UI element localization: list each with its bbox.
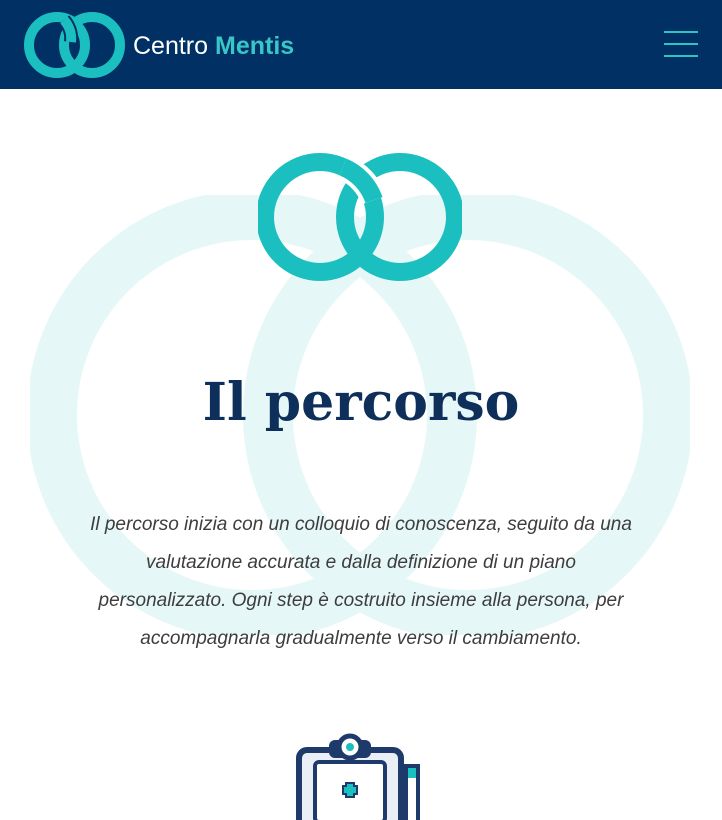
menu-bar-top	[664, 31, 698, 33]
brand-logo-icon[interactable]	[22, 8, 132, 82]
section-title: Il percorso	[202, 372, 520, 433]
menu-bar-middle	[664, 43, 698, 45]
site-header: Centro Mentis	[0, 0, 722, 89]
section-description: Il percorso inizia con un colloquio di c…	[90, 514, 632, 649]
brand-name[interactable]: Centro Mentis	[133, 30, 294, 62]
brand-name-second: Mentis	[215, 32, 295, 60]
hero-rings-logo-icon	[258, 153, 462, 281]
menu-bar-bottom	[664, 55, 698, 57]
medical-clipboard-icon	[296, 733, 420, 820]
brand-name-first: Centro	[133, 32, 209, 60]
hamburger-menu-button[interactable]	[664, 30, 700, 58]
